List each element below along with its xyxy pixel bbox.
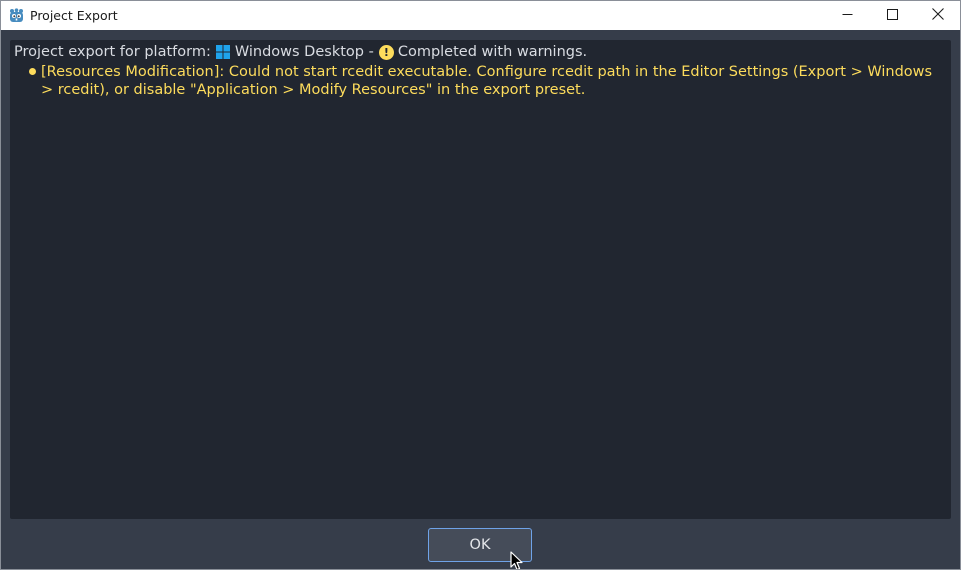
platform-name: Windows Desktop - [234, 44, 374, 60]
windows-icon [215, 44, 231, 60]
close-button[interactable] [915, 1, 960, 30]
minimize-icon [842, 7, 853, 25]
export-log-header: Project export for platform: Windows Des… [14, 44, 587, 60]
project-export-window: Project Export Project export for platfo… [0, 0, 961, 570]
title-bar[interactable]: Project Export [1, 1, 960, 30]
export-status: Completed with warnings. [397, 44, 588, 60]
warning-icon: ! [378, 44, 394, 60]
mouse-cursor-icon [510, 551, 524, 569]
header-prefix: Project export for platform: [14, 44, 211, 60]
maximize-button[interactable] [869, 1, 915, 30]
minimize-button[interactable] [824, 1, 870, 30]
warning-message: [Resources Modification]: Could not star… [41, 64, 933, 98]
close-icon [932, 7, 944, 25]
godot-icon [9, 8, 24, 23]
maximize-icon [886, 7, 898, 25]
export-log-panel[interactable]: Project export for platform: Windows Des… [10, 40, 951, 519]
warning-bullet-icon [29, 68, 36, 75]
window-title: Project Export [30, 8, 118, 23]
